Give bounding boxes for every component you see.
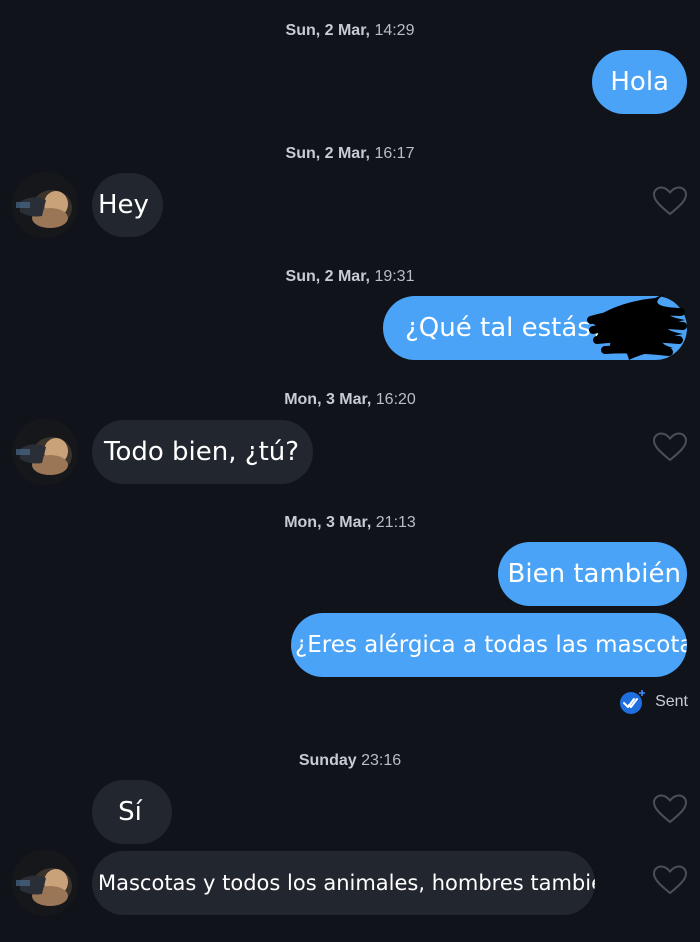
message-text: Hey [98,190,149,220]
message-text: Hola [610,67,669,97]
heart-outline-icon[interactable] [653,432,687,462]
outgoing-message[interactable]: Hola [592,50,687,114]
contact-avatar [12,850,78,916]
incoming-message[interactable]: Mascotas y todos los animales, hombres t… [92,851,595,915]
timestamp-time: 16:20 [375,391,416,408]
timestamp-day: Sun, 2 Mar, [285,145,370,162]
timestamp-time: 14:29 [374,22,415,39]
message-text: Mascotas y todos los animales, hombres t… [98,871,595,895]
double-check-icon [619,689,646,715]
timestamp-day: Mon, 3 Mar, [284,391,372,408]
timestamp-day: Sunday [298,752,357,769]
avatar[interactable] [12,172,78,238]
message-text: ¿Eres alérgica a todas las mascotas? [295,632,687,658]
avatar[interactable] [12,419,78,485]
heart-outline-icon[interactable] [653,186,687,216]
message-text: Todo bien, ¿tú? [104,437,300,467]
redaction-scribble [587,294,687,360]
avatar[interactable] [12,850,78,916]
timestamp-day: Sun, 2 Mar, [285,22,370,39]
message-text: Bien también [507,559,681,589]
heart-outline-icon[interactable] [653,794,687,824]
message-status: Sent [619,688,688,716]
message-text: ¿Qué tal estás? [405,313,605,343]
heart-outline-icon[interactable] [653,865,687,895]
timestamp: Sun, 2 Mar, 19:31 [0,268,700,286]
timestamp: Mon, 3 Mar, 16:20 [0,391,700,409]
incoming-message[interactable]: Sí [92,780,172,844]
timestamp-time: 19:31 [374,268,415,285]
timestamp-day: Sun, 2 Mar, [285,268,370,285]
timestamp: Sun, 2 Mar, 14:29 [0,22,700,40]
outgoing-message[interactable]: ¿Eres alérgica a todas las mascotas? [291,613,687,677]
status-label: Sent [655,693,688,710]
timestamp-time: 23:16 [361,752,402,769]
incoming-message[interactable]: Todo bien, ¿tú? [92,420,314,484]
timestamp-day: Mon, 3 Mar, [284,514,372,531]
timestamp-time: 21:13 [375,514,416,531]
timestamp: Sunday 23:16 [0,752,700,770]
contact-avatar [12,172,78,238]
timestamp-time: 16:17 [374,145,415,162]
message-text: Sí [118,797,142,827]
timestamp: Mon, 3 Mar, 21:13 [0,514,700,532]
timestamp: Sun, 2 Mar, 16:17 [0,145,700,163]
outgoing-message[interactable]: Bien también [497,542,687,606]
contact-avatar [12,419,78,485]
incoming-message[interactable]: Hey [92,173,163,237]
